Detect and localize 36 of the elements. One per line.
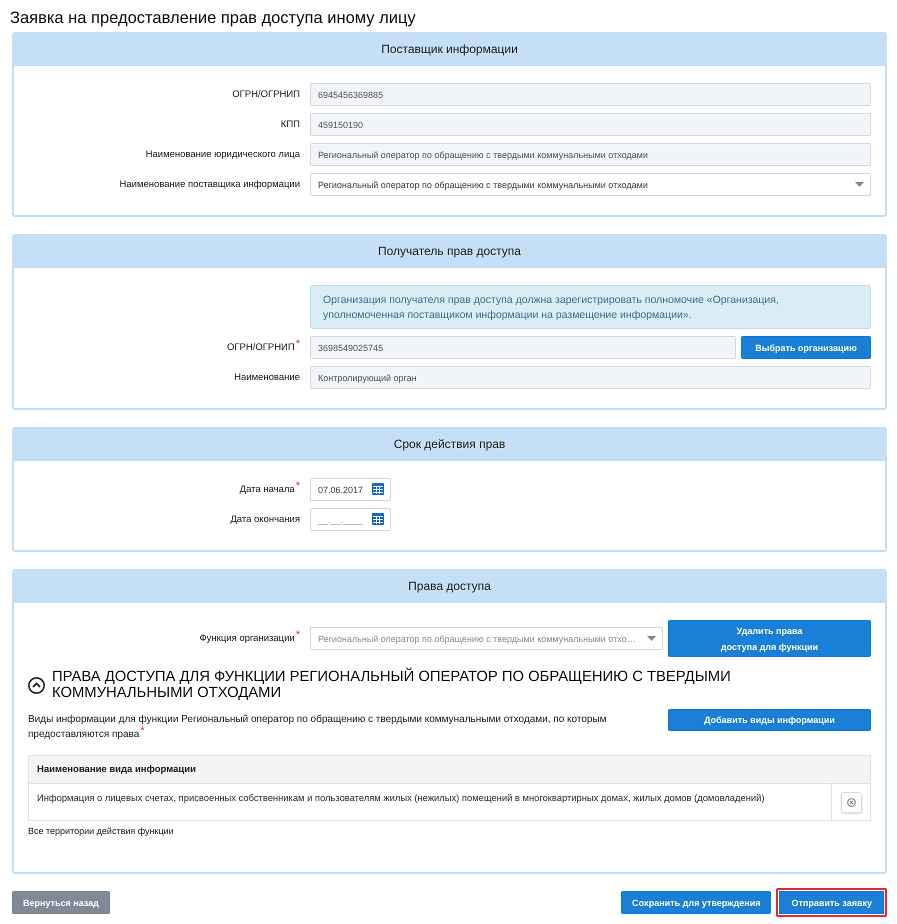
submit-button[interactable]: Отправить заявку bbox=[776, 888, 887, 917]
chevron-up-circle-icon[interactable] bbox=[28, 676, 45, 694]
x-circle-icon bbox=[846, 798, 856, 806]
field-label: ОГРН/ОГРНИП bbox=[231, 89, 300, 100]
text-field[interactable]: 3698549025745 bbox=[310, 336, 736, 359]
choose-button[interactable]: Выбрать организацию bbox=[741, 336, 871, 359]
info-notice: Организация получателя прав доступа должна зарегистрировать полномочие «Организация, уполномоченная поставщиком информации на размещение информации». bbox=[310, 285, 871, 329]
field-label: Наименование bbox=[233, 372, 300, 383]
group-title: ПРАВА ДОСТУПА ДЛЯ ФУНКЦИИ РЕГИОНАЛЬНЫЙ ОПЕРАТОР ПО ОБРАЩЕНИЮ С ТВЕРДЫМИ КОММУНАЛЬНЫМИ ОТХОДАМИ bbox=[52, 669, 732, 701]
add-button[interactable]: Добавить виды информации bbox=[668, 709, 871, 731]
date-field[interactable]: __.__.____ bbox=[310, 508, 391, 531]
note-text: Все территории действия функции bbox=[28, 825, 175, 837]
caret-icon bbox=[647, 636, 656, 641]
save-button[interactable]: Сохранить для утверждения bbox=[620, 891, 772, 914]
calendar-icon[interactable] bbox=[372, 483, 384, 495]
section-header: Поставщик информации bbox=[14, 32, 885, 66]
field-label: Наименование юридического лица bbox=[144, 149, 300, 160]
calendar-icon[interactable] bbox=[372, 513, 384, 525]
table-cell: Информация о лицевых счетах, присвоенных собственникам и пользователям жилых (нежилых) помещений в многоквартирных домах, жилых домов (домовладений) bbox=[28, 784, 832, 820]
section-header: Срок действия прав bbox=[14, 427, 885, 461]
select-field[interactable]: Региональный оператор по обращению с твердыми коммунальными отходами bbox=[310, 173, 871, 196]
field-label: Наименование поставщика информации bbox=[118, 179, 300, 190]
delete-button[interactable] bbox=[840, 792, 862, 812]
section-header: Получатель прав доступа bbox=[14, 234, 885, 268]
field-label: Дата окончания bbox=[229, 514, 300, 525]
table-header-cell: Наименование вида информации bbox=[28, 756, 870, 784]
page-title: Заявка на предоставление прав доступа иному лицу bbox=[10, 8, 417, 29]
text-field[interactable]: Контролирующий орган bbox=[310, 366, 871, 389]
caret-icon bbox=[855, 182, 864, 187]
back-button[interactable]: Вернуться назад bbox=[12, 891, 110, 914]
field-label: КПП bbox=[280, 119, 300, 130]
section-header: Права доступа bbox=[14, 569, 885, 603]
text-field[interactable]: 459150190 bbox=[310, 113, 871, 136]
text-field[interactable]: 6945456369885 bbox=[310, 83, 871, 106]
date-field[interactable]: 07.06.2017 bbox=[310, 478, 391, 501]
text-field[interactable]: Региональный оператор по обращению с твердыми коммунальными отходами bbox=[310, 143, 871, 166]
